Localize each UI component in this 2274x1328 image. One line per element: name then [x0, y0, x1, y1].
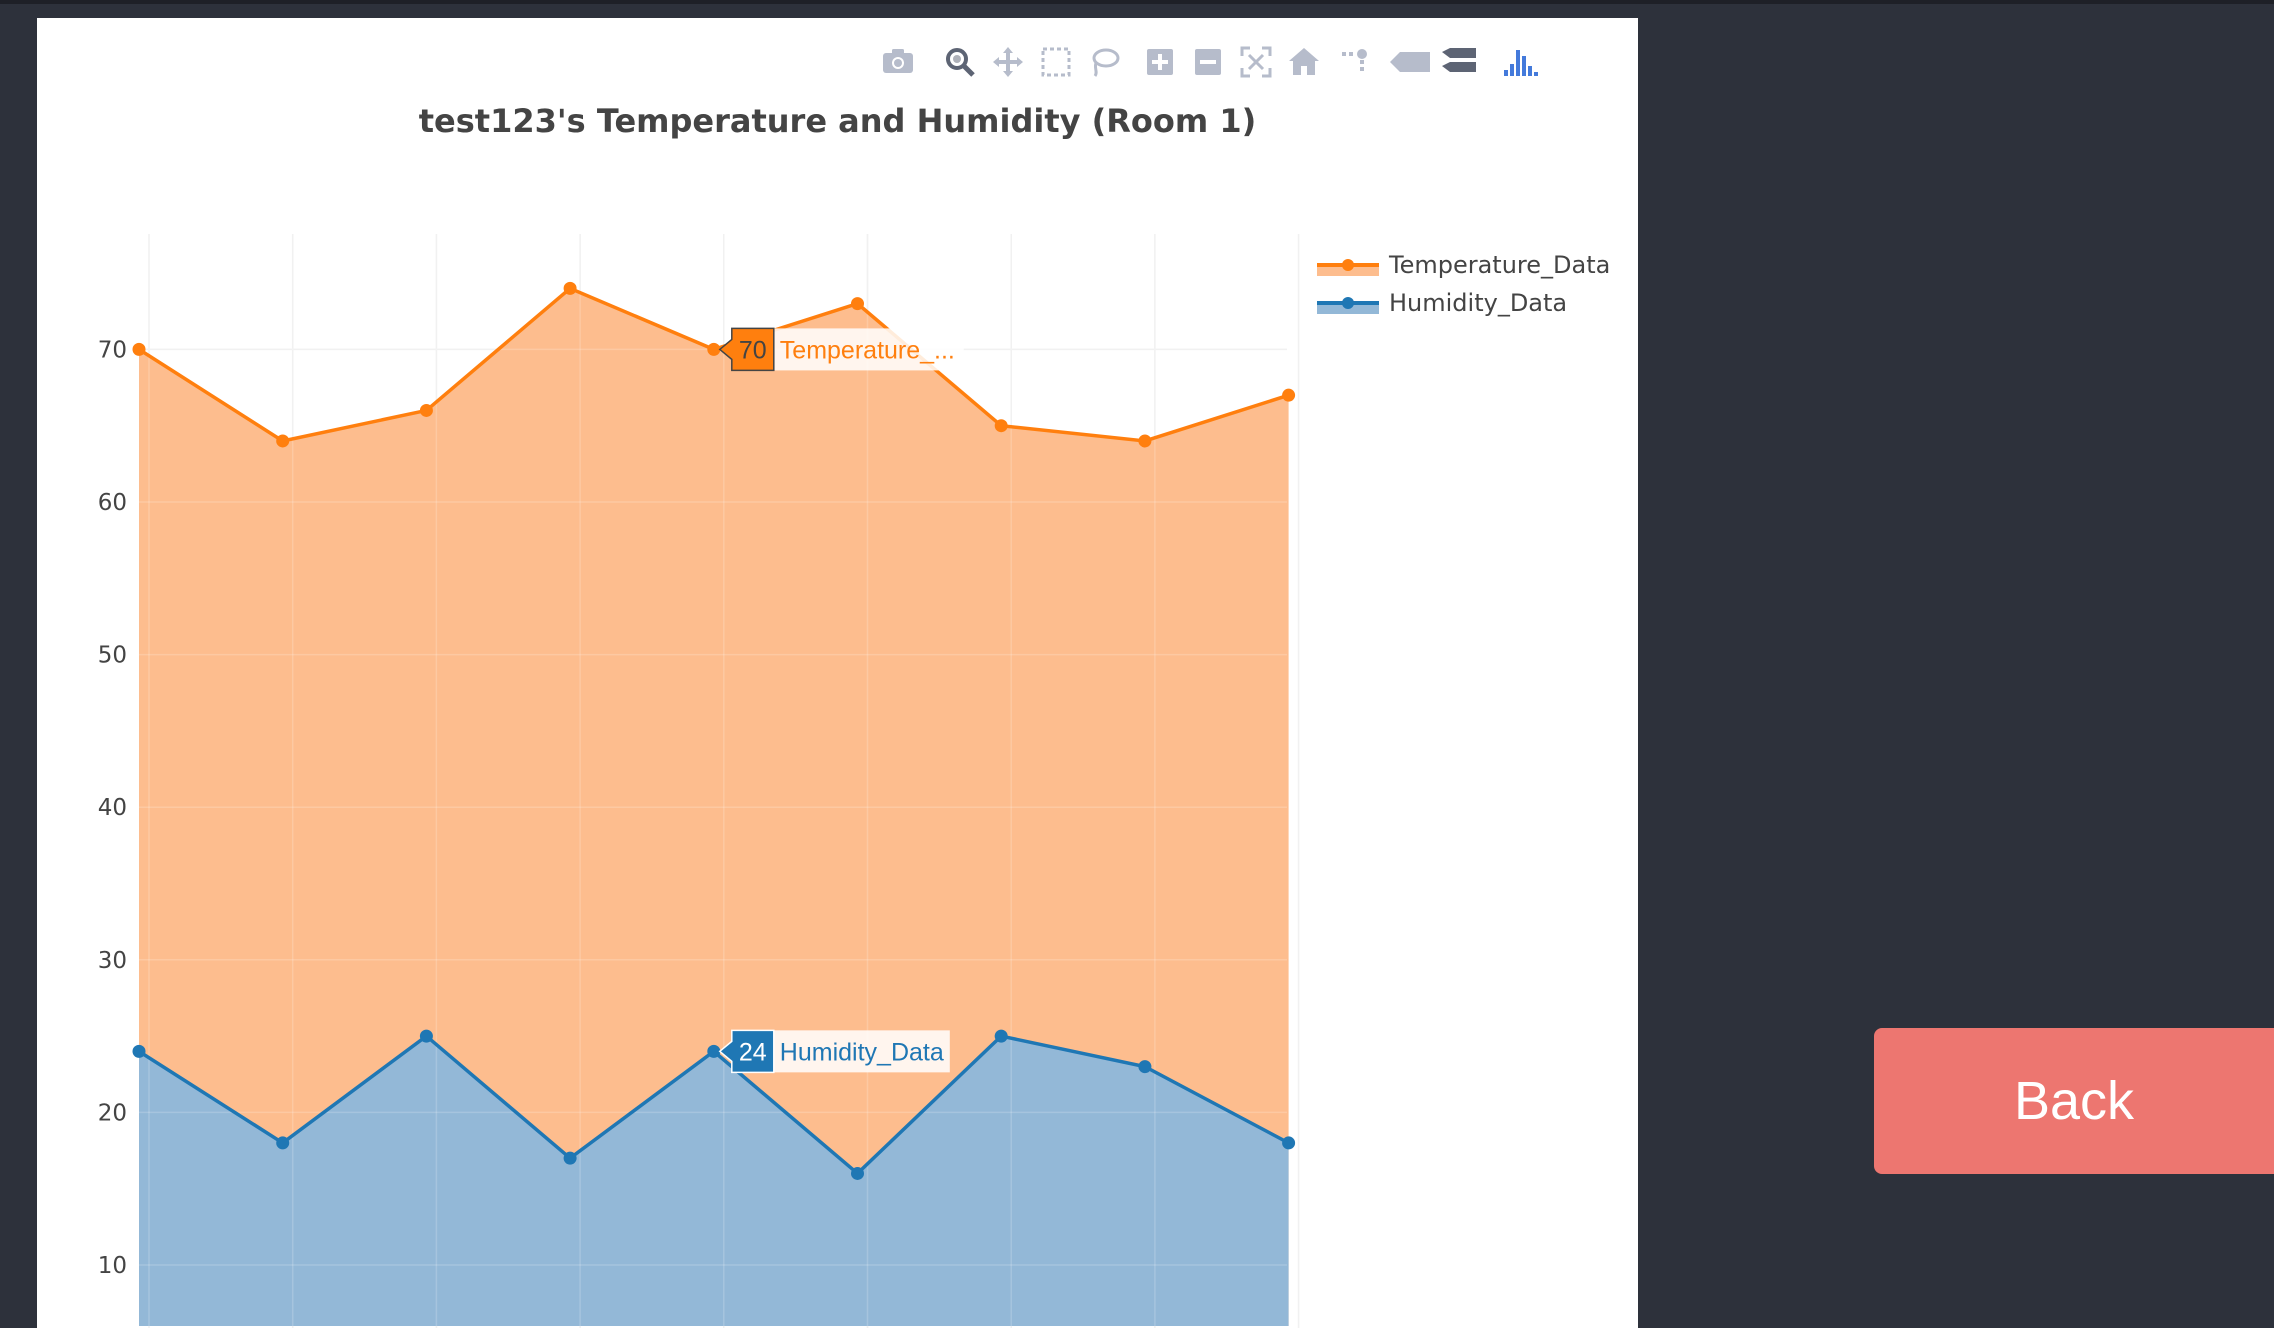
data-point-temperature	[1138, 434, 1152, 448]
lasso-select-button[interactable]	[1084, 40, 1124, 84]
hover-name-text: Temperature_...	[780, 336, 955, 364]
autoscale-icon	[1240, 46, 1272, 78]
data-point-humidity	[851, 1166, 864, 1180]
autoscale-button[interactable]	[1236, 40, 1276, 84]
data-point-temperature	[994, 419, 1008, 433]
chart-canvas[interactable]: 10 20 30 40 50 60 70 70 Temperature_... 24 Humidit…	[37, 18, 1638, 1328]
back-button[interactable]: Back	[1874, 1028, 2274, 1174]
hover-label-humidity: 24 Humidity_Data	[718, 1029, 950, 1074]
zoom-icon	[946, 48, 975, 77]
box-select-icon	[1041, 47, 1071, 77]
plotly-logo-icon	[1504, 50, 1538, 76]
hover-value-text: 24	[739, 1038, 767, 1066]
data-point-temperature	[707, 342, 721, 356]
zoom-out-icon	[1195, 49, 1221, 75]
reset-axes-icon	[1289, 48, 1319, 75]
data-point-temperature	[563, 281, 577, 295]
legend-swatch-temperature	[1317, 259, 1379, 276]
hover-label-temperature: 70 Temperature_...	[718, 327, 964, 372]
y-tick-label: 10	[98, 1253, 127, 1279]
y-tick-label: 30	[98, 948, 127, 974]
chart-legend: Temperature_Data Humidity_Data	[1317, 246, 1610, 322]
legend-label-humidity: Humidity_Data	[1389, 289, 1568, 317]
box-select-button[interactable]	[1036, 40, 1076, 84]
y-tick-label: 50	[98, 643, 127, 669]
legend-item-humidity[interactable]: Humidity_Data	[1317, 284, 1610, 322]
hover-name-text: Humidity_Data	[780, 1038, 944, 1066]
toggle-spikelines-button[interactable]	[1334, 40, 1374, 84]
camera-button[interactable]	[878, 40, 918, 84]
plot-modebar	[878, 40, 1638, 84]
toggle-spikelines-icon	[1342, 49, 1367, 71]
data-point-humidity	[994, 1029, 1008, 1043]
hover-compare-icon	[1442, 48, 1476, 72]
hover-closest-icon	[1390, 52, 1430, 72]
pan-button[interactable]	[988, 40, 1028, 84]
legend-item-temperature[interactable]: Temperature_Data	[1317, 246, 1610, 284]
y-tick-label: 70	[98, 337, 127, 363]
hover-compare-button[interactable]	[1434, 40, 1482, 84]
zoom-in-icon	[1147, 49, 1173, 75]
legend-swatch-humidity	[1317, 297, 1379, 314]
plotly-logo-button[interactable]	[1498, 40, 1544, 84]
reset-axes-button[interactable]	[1284, 40, 1324, 84]
data-point-temperature	[419, 403, 433, 417]
zoom-in-button[interactable]	[1140, 40, 1180, 84]
hover-value-text: 70	[739, 336, 767, 364]
data-point-temperature	[276, 434, 290, 448]
data-point-humidity	[276, 1136, 290, 1150]
zoom-button[interactable]	[940, 40, 980, 84]
camera-icon	[883, 49, 913, 73]
plot-panel: 10 20 30 40 50 60 70 70 Temperature_... 24 Humidit…	[37, 18, 1638, 1328]
y-tick-label: 40	[98, 795, 127, 821]
data-point-humidity	[1138, 1060, 1152, 1074]
y-tick-label: 60	[98, 490, 127, 516]
chart-title: test123's Temperature and Humidity (Room…	[418, 102, 1257, 140]
pan-icon	[993, 47, 1023, 77]
data-point-humidity	[1282, 1136, 1296, 1150]
data-point-humidity	[707, 1044, 721, 1058]
lasso-select-icon	[1092, 48, 1120, 77]
zoom-out-button[interactable]	[1188, 40, 1228, 84]
data-point-humidity	[563, 1151, 577, 1165]
data-point-temperature	[132, 342, 146, 356]
data-point-humidity	[132, 1044, 146, 1058]
legend-label-temperature: Temperature_Data	[1389, 251, 1611, 279]
data-point-humidity	[419, 1029, 433, 1043]
y-tick-label: 20	[98, 1100, 127, 1126]
data-point-temperature	[851, 297, 864, 311]
data-point-temperature	[1282, 388, 1296, 402]
window-top-strip	[0, 0, 2274, 4]
hover-closest-button[interactable]	[1384, 40, 1436, 84]
